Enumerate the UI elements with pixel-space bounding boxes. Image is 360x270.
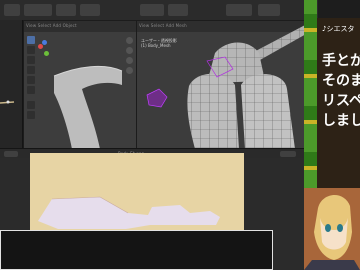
comment-line-2: そのま [322,73,360,89]
pivot-dropdown[interactable] [168,4,188,16]
comment-author: ♪シエスタ [322,25,355,33]
uv-islands [38,196,220,229]
ortho-icon[interactable] [126,67,133,74]
comment-line-3: リスペ [322,93,360,109]
outliner-strip [0,20,23,150]
viewport-left[interactable]: View Select Add Object [23,20,137,150]
viewport-right[interactable]: View Select Add Mesh ユーザー・透視投影 (1) Body_… [136,20,318,150]
texture-canvas[interactable] [30,153,244,233]
mode-dropdown[interactable] [24,4,52,16]
view-options-button[interactable] [280,151,296,157]
body-mesh [146,24,315,149]
x-axis-icon[interactable] [38,44,43,49]
transform-orientation[interactable] [140,4,164,16]
editor-type-button-2[interactable] [4,151,18,157]
comment-line-1: 手とか [322,53,360,69]
armature-preview [0,100,15,104]
character-avatar [304,188,360,270]
proportional-toggle[interactable] [258,4,280,16]
pan-icon[interactable] [126,47,133,54]
select-menu[interactable] [80,4,100,16]
zoom-icon[interactable] [126,37,133,44]
snap-toggle[interactable] [226,4,252,16]
y-axis-icon[interactable] [44,51,49,56]
editor-type-button[interactable] [4,4,20,16]
subtitle-box [0,230,273,270]
comment-line-4: しまし [322,113,360,129]
view-menu[interactable] [56,4,76,16]
arm-mesh [53,66,123,149]
camera-icon[interactable] [126,57,133,64]
z-axis-icon[interactable] [42,40,47,45]
top-toolbar [0,0,318,21]
